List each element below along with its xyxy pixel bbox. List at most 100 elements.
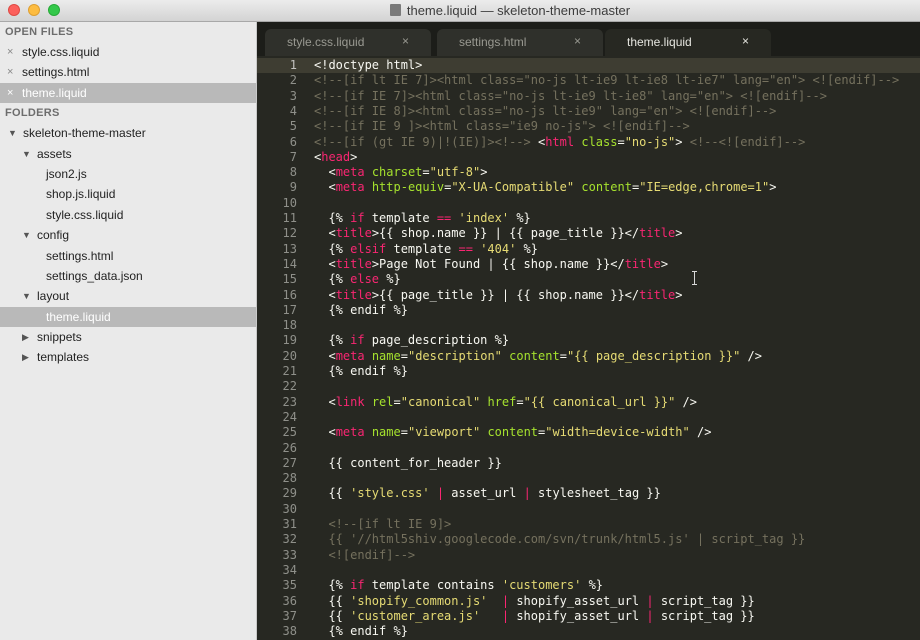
code-text: < (314, 348, 336, 363)
code-line[interactable]: 19 {% if page_description %} (257, 333, 920, 348)
file-item[interactable]: theme.liquid (0, 306, 256, 328)
code-line[interactable]: 20 <meta name="description" content="{{ … (257, 349, 920, 364)
line-number: 27 (282, 455, 297, 470)
chevron-right-icon[interactable]: ▶ (22, 327, 29, 347)
line-number: 28 (282, 471, 297, 486)
line-number: 6 (289, 134, 297, 149)
line-number: 1 (289, 58, 297, 72)
close-icon[interactable]: × (7, 83, 13, 103)
window-title-text: theme.liquid — skeleton-theme-master (406, 3, 631, 18)
folder-item[interactable]: ▼ layout (0, 286, 256, 306)
chevron-down-icon[interactable]: ▼ (8, 123, 17, 143)
chevron-down-icon[interactable]: ▼ (22, 225, 31, 245)
code-line[interactable]: 37 {{ 'customer_area.js' | shopify_asset… (257, 609, 920, 624)
folder-item[interactable]: ▼ skeleton-theme-master (0, 123, 256, 143)
file-item[interactable]: json2.js (0, 164, 256, 184)
code-line[interactable]: 18 (257, 318, 920, 333)
open-file-item[interactable]: × settings.html (0, 62, 256, 82)
code-content: <!--[if (gt IE 9)|!(IE)]><!--> <html cla… (314, 135, 805, 150)
close-icon[interactable]: × (7, 42, 13, 62)
code-line[interactable]: 31 <!--[if lt IE 9]> (257, 517, 920, 532)
code-line[interactable]: 6 <!--[if (gt IE 9)|!(IE)]><!--> <html cl… (257, 135, 920, 150)
chevron-down-icon[interactable]: ▼ (22, 286, 31, 306)
code-line[interactable]: 34 (257, 563, 920, 578)
code-line[interactable]: 4 <!--[if IE 8]><html class="no-js lt-ie9… (257, 104, 920, 119)
code-content: <meta name="viewport" content="width=dev… (314, 425, 711, 440)
file-item[interactable]: settings.html (0, 246, 256, 266)
code-line[interactable]: 28 (257, 471, 920, 486)
code-line[interactable]: 13 {% elsif template == '404' %} (257, 242, 920, 257)
open-file-label: settings.html (22, 65, 90, 80)
line-number: 10 (282, 195, 297, 210)
code-text: > (480, 165, 488, 180)
code-text: < (314, 180, 336, 195)
code-line[interactable]: 11 {% if template == 'index' %} (257, 211, 920, 226)
code-line[interactable]: 15 {% else %} (257, 272, 920, 287)
code-line[interactable]: 17 {% endif %} (257, 303, 920, 318)
line-number: 30 (282, 501, 297, 516)
code-line[interactable]: 23 <link rel="canonical" href="{{ canoni… (257, 395, 920, 410)
code-line[interactable]: 10 (257, 196, 920, 211)
code-editor[interactable]: 1 <!doctype html> 2 <!--[if lt IE 7]><html … (257, 56, 920, 640)
folder-item[interactable]: ▼ assets (0, 144, 256, 164)
attribute-token: href (487, 394, 517, 409)
code-content: {% if page_description %} (314, 333, 509, 348)
code-line[interactable]: 2 <!--[if lt IE 7]><html class="no-js lt-… (257, 73, 920, 88)
close-icon[interactable]: × (7, 62, 13, 82)
code-line[interactable]: 30 (257, 502, 920, 517)
close-icon[interactable]: × (402, 34, 409, 48)
code-line[interactable]: 7 <head> (257, 150, 920, 165)
string-token: 'customers' (501, 578, 582, 593)
code-line[interactable]: 5 <!--[if IE 9 ]><html class="ie9 no-js">… (257, 119, 920, 134)
folder-item[interactable]: ▶ templates (0, 347, 256, 367)
code-text: = (559, 348, 567, 363)
code-line[interactable]: 36 {{ 'shopify_common.js' | shopify_asse… (257, 594, 920, 609)
code-line[interactable]: 14 <title>Page Not Found | {{ shop.name … (257, 257, 920, 272)
code-line[interactable]: 24 (257, 410, 920, 425)
tab-theme-liquid[interactable]: theme.liquid × (605, 29, 771, 56)
file-item[interactable]: settings_data.json (0, 266, 256, 286)
file-item[interactable]: style.css.liquid (0, 205, 256, 225)
code-line[interactable]: 27 {{ content_for_header }} (257, 456, 920, 471)
line-number: 21 (282, 364, 297, 378)
open-file-item[interactable]: × style.css.liquid (0, 42, 256, 62)
chevron-down-icon[interactable]: ▼ (22, 144, 31, 164)
code-line[interactable]: 21 {% endif %} (257, 364, 920, 379)
code-line[interactable]: 38 {% endif %} (257, 624, 920, 639)
close-icon[interactable]: × (742, 34, 749, 48)
code-line[interactable]: 25 <meta name="viewport" content="width=… (257, 425, 920, 440)
code-line[interactable]: 9 <meta http-equiv="X-UA-Compatible" con… (257, 180, 920, 195)
code-text: >Page Not Found | {{ shop.name }}</ (371, 256, 625, 271)
file-label: json2.js (46, 166, 87, 181)
line-number: 12 (282, 226, 297, 241)
file-item[interactable]: shop.js.liquid (0, 184, 256, 204)
code-line[interactable]: 35 {% if template contains 'customers' %… (257, 578, 920, 593)
code-line[interactable]: 12 <title>{{ shop.name }} | {{ page_titl… (257, 226, 920, 241)
tab-settings-html[interactable]: settings.html × (437, 29, 603, 56)
code-line[interactable]: 26 (257, 441, 920, 456)
code-line[interactable]: 3 <!--[if IE 7]><html class="no-js lt-ie9… (257, 89, 920, 104)
code-line[interactable]: 16 <title>{{ page_title }} | {{ shop.nam… (257, 288, 920, 303)
code-text: /> (689, 425, 712, 440)
code-line[interactable]: 32 {{ '//html5shiv.googlecode.com/svn/tr… (257, 532, 920, 547)
chevron-right-icon[interactable]: ▶ (22, 347, 29, 367)
attribute-token: name (371, 348, 401, 363)
code-line[interactable]: 33 <![endif]--> (257, 548, 920, 563)
line-number: 38 (282, 624, 297, 639)
close-icon[interactable]: × (574, 34, 581, 48)
keyword-token: if (350, 578, 365, 593)
code-text: {% (314, 211, 351, 225)
folder-item[interactable]: ▶ snippets (0, 327, 256, 347)
code-text: template contains (364, 578, 502, 593)
tab-style-css-liquid[interactable]: style.css.liquid × (265, 29, 431, 56)
code-line[interactable]: 8 <meta charset="utf-8"> (257, 165, 920, 180)
code-line[interactable]: 22 (257, 379, 920, 394)
folder-item[interactable]: ▼ config (0, 225, 256, 245)
open-file-item[interactable]: × theme.liquid (0, 82, 256, 104)
code-line[interactable]: 1 <!doctype html> (257, 58, 920, 74)
keyword-token: | (646, 608, 654, 623)
code-line[interactable]: 29 {{ 'style.css' | asset_url | styleshe… (257, 486, 920, 501)
